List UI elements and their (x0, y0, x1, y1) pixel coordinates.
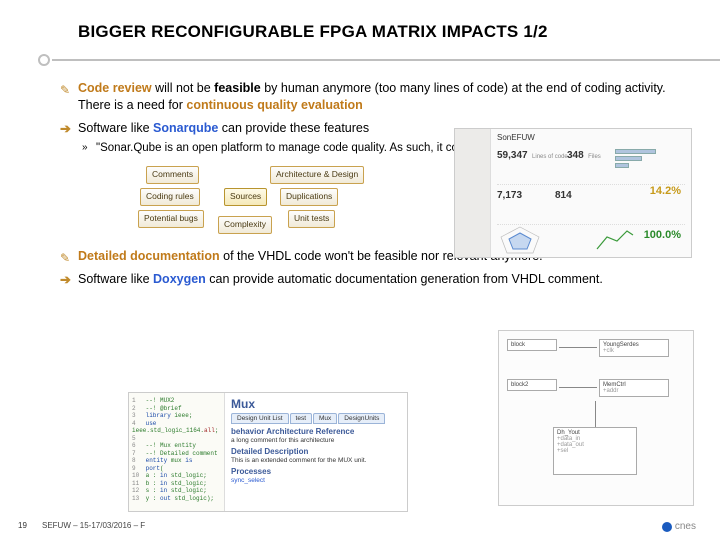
sonar-dup: 14.2% (650, 185, 681, 197)
doxygen-source-pane: 1 --! MUX2 2 --! @brief 3 library ieee; … (129, 393, 225, 511)
slide-title: BIGGER RECONFIGURABLE FPGA MATRIX IMPACT… (0, 0, 720, 52)
text: Software like (78, 272, 153, 286)
sub-bullet-icon: » (82, 141, 88, 155)
diag-arrow-icon (559, 387, 597, 388)
sonar-project-title: SonEFUW (497, 133, 535, 142)
dox-proc: sync_select (231, 477, 401, 484)
page-number: 19 (18, 521, 27, 530)
text: will not be (152, 81, 215, 95)
axis-duplications: Duplications (280, 188, 338, 205)
dox-desc: This is an extended comment for the MUX … (231, 457, 401, 464)
dox-tabs: Design Unit ListtestMuxDesignUnits (231, 413, 401, 424)
text: can provide automatic documentation gene… (206, 272, 603, 286)
rule-dot-icon (38, 54, 50, 66)
diag-arrow-icon (559, 347, 597, 348)
dox-tab: test (290, 413, 312, 424)
tool-doxygen: Doxygen (153, 272, 206, 286)
rule-line (52, 59, 720, 61)
diag-node: YoungSerdes+clk (599, 339, 669, 357)
sonar-loc-label: Lines of code (532, 154, 568, 160)
arrow-icon: ➔ (60, 271, 71, 289)
doxygen-diagram: block YoungSerdes+clk block2 MemCtrl+add… (498, 330, 694, 506)
sonar-bar (615, 156, 642, 161)
tool-sonarqube: Sonarqube (153, 121, 218, 135)
axis-coding-rules: Coding rules (140, 188, 200, 205)
axis-complexity: Complexity (218, 216, 272, 233)
text-code-review: Code review (78, 81, 152, 95)
axis-unit-tests: Unit tests (288, 210, 335, 227)
sonar-cov: 100.0% (644, 229, 681, 241)
text-continuous: continuous quality evaluation (186, 98, 362, 112)
logo-text: cnes (675, 521, 696, 532)
dox-tab: DesignUnits (338, 413, 385, 424)
text: can provide these features (218, 121, 369, 135)
doxygen-screenshot: 1 --! MUX2 2 --! @brief 3 library ieee; … (128, 392, 408, 512)
dox-section: Processes (231, 467, 401, 476)
seven-axes-diagram: Sources Comments Architecture & Design C… (138, 162, 358, 232)
bullet-doxygen: ➔ Software like Doxygen can provide auto… (78, 271, 680, 288)
diag-node: block (507, 339, 557, 351)
dox-section: behavior Architecture Reference (231, 427, 401, 436)
sonar-bar (615, 149, 656, 154)
sonar-issues: 7,173 (497, 190, 522, 201)
trend-chart-icon (595, 227, 635, 255)
dox-section: Detailed Description (231, 447, 401, 456)
bullet-mark-icon: ✎ (60, 250, 70, 266)
axis-sources: Sources (224, 188, 267, 205)
radar-chart-icon (497, 225, 543, 255)
diag-node: block2 (507, 379, 557, 391)
dox-tab: Design Unit List (231, 413, 289, 424)
title-rule (38, 52, 720, 66)
sonar-bar (615, 163, 629, 168)
text-detailed-doc: Detailed documentation (78, 249, 220, 263)
logo-icon (662, 522, 672, 532)
logo-cnes: cnes (662, 521, 696, 532)
sonar-files: 348 (567, 150, 584, 161)
dox-tab: Mux (313, 413, 337, 424)
diag-node: Dh_Yout+data_in+data_out+sel (553, 427, 637, 475)
axis-architecture: Architecture & Design (270, 166, 364, 183)
axis-comments: Comments (146, 166, 199, 183)
bullet-mark-icon: ✎ (60, 82, 70, 98)
sonar-debt: 814 (555, 190, 572, 201)
diag-arrow-icon (595, 401, 596, 427)
text-feasible: feasible (214, 81, 261, 95)
arrow-icon: ➔ (60, 120, 71, 138)
axis-potential-bugs: Potential bugs (138, 210, 204, 227)
sonar-loc: 59,347 (497, 150, 528, 161)
sonarqube-screenshot: SonEFUW 59,347 Lines of code 348 Files 7… (454, 128, 692, 258)
sonar-files-label: Files (588, 154, 601, 160)
footer-text: SEFUW – 15-17/03/2016 – F (42, 521, 145, 530)
doxygen-doc-pane: Mux Design Unit ListtestMuxDesignUnits b… (225, 393, 407, 511)
text: Software like (78, 121, 153, 135)
sonar-sidebar (455, 129, 491, 257)
dox-module-name: Mux (231, 397, 401, 411)
diag-node: MemCtrl+addr (599, 379, 669, 397)
bullet-code-review: ✎ Code review will not be feasible by hu… (78, 80, 680, 114)
